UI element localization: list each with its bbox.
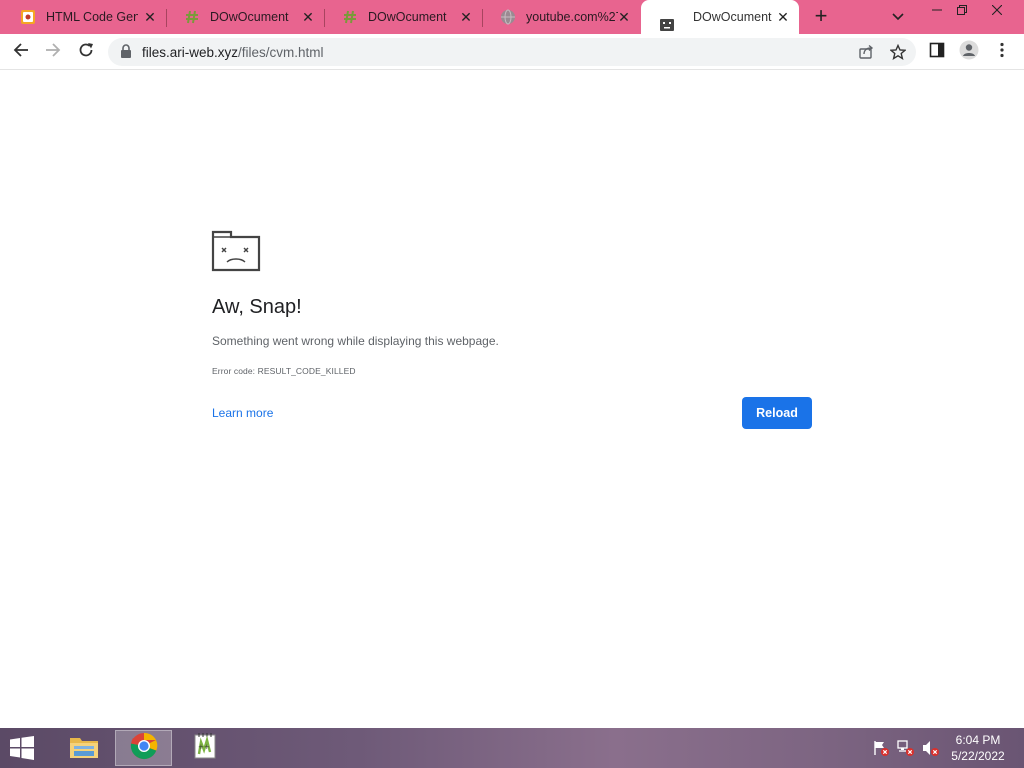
side-panel-icon xyxy=(929,42,945,63)
profile-button[interactable] xyxy=(959,40,979,65)
arrow-right-icon xyxy=(45,42,61,63)
tab-youtube[interactable]: youtube.com%27 ✕ xyxy=(482,0,640,34)
arrow-left-icon xyxy=(13,42,29,63)
url-host: files.ari-web.xyz xyxy=(142,45,239,60)
minimize-icon xyxy=(932,2,942,20)
network-icon[interactable] xyxy=(897,740,915,756)
restore-button[interactable] xyxy=(945,0,979,22)
sad-folder-icon xyxy=(211,230,261,277)
browser-toolbar: files.ari-web.xyz/files/cvm.html xyxy=(0,34,1024,70)
taskbar-chrome[interactable] xyxy=(115,730,172,766)
tab-title: DOwOcument xyxy=(210,10,289,24)
volume-muted-icon[interactable] xyxy=(922,740,940,756)
tab-html-code-generator[interactable]: HTML Code Gene ✕ xyxy=(2,0,167,34)
address-bar[interactable]: files.ari-web.xyz/files/cvm.html xyxy=(108,38,916,66)
close-icon[interactable]: ✕ xyxy=(300,9,316,25)
file-explorer-icon xyxy=(68,732,100,765)
forward-button[interactable] xyxy=(40,39,66,65)
tab-document-active[interactable]: DOwOcument ✕ xyxy=(641,0,799,34)
back-button[interactable] xyxy=(8,39,34,65)
globe-icon xyxy=(500,9,516,25)
menu-button[interactable] xyxy=(992,42,1012,62)
taskbar: ++ 6:04 PM 5/22/2022 xyxy=(0,728,1024,768)
lock-icon[interactable] xyxy=(120,44,132,63)
kebab-menu-icon xyxy=(1000,42,1004,63)
close-icon[interactable]: ✕ xyxy=(458,9,474,25)
tab-title: DOwOcument xyxy=(693,10,772,24)
tab-document-2[interactable]: DOwOcument ✕ xyxy=(324,0,483,34)
taskbar-notepad-plus-plus[interactable]: ++ xyxy=(176,730,233,766)
share-icon[interactable] xyxy=(857,43,875,61)
reload-button[interactable]: Reload xyxy=(742,397,812,429)
clock-date: 5/22/2022 xyxy=(951,749,1005,763)
close-icon xyxy=(991,2,1003,20)
url-path: /files/cvm.html xyxy=(238,45,324,60)
window-close-button[interactable] xyxy=(980,0,1014,22)
tab-document-1[interactable]: DOwOcument ✕ xyxy=(166,0,325,34)
error-code: Error code: RESULT_CODE_KILLED xyxy=(212,366,356,376)
action-center-flag-icon[interactable] xyxy=(872,740,890,756)
chrome-icon xyxy=(130,732,158,765)
windows-logo-icon xyxy=(8,736,36,764)
tab-title: HTML Code Gene xyxy=(46,10,138,24)
close-icon[interactable]: ✕ xyxy=(775,9,791,25)
learn-more-link[interactable]: Learn more xyxy=(212,406,273,420)
clock-time: 6:04 PM xyxy=(955,733,1001,747)
taskbar-file-explorer[interactable] xyxy=(55,730,112,766)
notepad-plus-plus-icon: ++ xyxy=(191,732,219,765)
reload-toolbar-button[interactable] xyxy=(73,39,99,65)
error-title: Aw, Snap! xyxy=(212,296,302,318)
hashtag-icon xyxy=(184,9,200,25)
tab-title: youtube.com%27 xyxy=(526,10,618,24)
system-clock[interactable]: 6:04 PM 5/22/2022 xyxy=(948,732,1008,764)
close-icon[interactable]: ✕ xyxy=(616,9,632,25)
refresh-icon xyxy=(78,42,94,63)
restore-icon xyxy=(957,2,967,20)
start-button[interactable] xyxy=(8,736,38,762)
svg-text:++: ++ xyxy=(198,743,210,751)
sad-tab-icon xyxy=(659,17,675,33)
side-panel-button[interactable] xyxy=(927,42,947,62)
url-text: files.ari-web.xyz/files/cvm.html xyxy=(142,45,324,60)
avatar xyxy=(959,40,979,65)
close-icon[interactable]: ✕ xyxy=(142,9,158,25)
tab-search-button[interactable] xyxy=(886,6,910,28)
new-tab-button[interactable]: + xyxy=(808,5,834,29)
tab-strip: HTML Code Gene ✕ DOwOcument ✕ DOwOcument… xyxy=(0,0,1024,34)
chevron-down-icon xyxy=(892,8,904,26)
tab-title: DOwOcument xyxy=(368,10,447,24)
hashtag-icon xyxy=(342,9,358,25)
html-code-generator-icon xyxy=(20,9,36,25)
error-message: Something went wrong while displaying th… xyxy=(212,334,499,348)
bookmark-star-icon[interactable] xyxy=(889,43,907,61)
